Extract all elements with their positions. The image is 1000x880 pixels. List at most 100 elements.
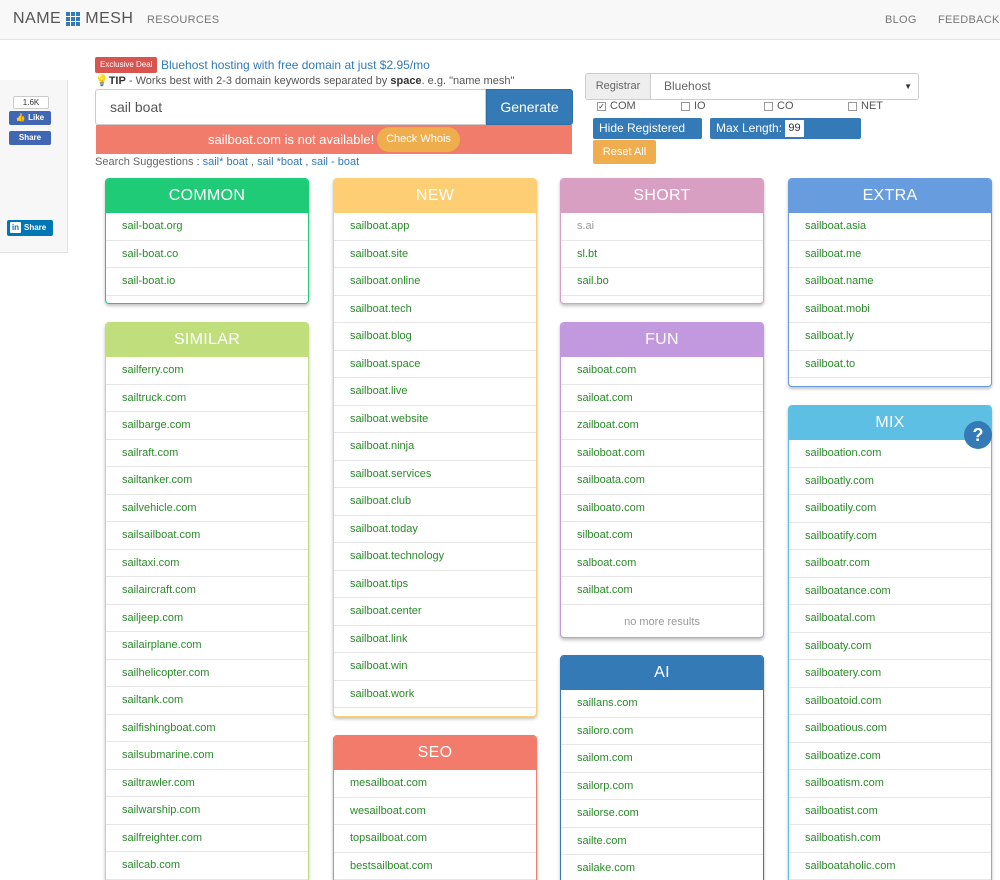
domain-item[interactable]: sailboatish.com [789, 825, 991, 853]
linkedin-share-button[interactable]: in Share [7, 220, 53, 236]
checkbox-icon[interactable] [848, 101, 857, 111]
domain-item[interactable]: sailboat.me [789, 241, 991, 268]
suggestion-link[interactable]: sail *boat [257, 156, 302, 168]
brand-logo[interactable]: NAME MESH [13, 10, 133, 28]
domain-item[interactable]: sailtrawler.com [106, 770, 308, 797]
domain-item[interactable]: sailboat.mobi [789, 296, 991, 323]
checkbox-checked-icon[interactable]: ✓ [597, 101, 606, 111]
domain-item[interactable]: sailbat.com [561, 577, 763, 605]
domain-item[interactable]: sailboat.to [789, 351, 991, 378]
domain-item[interactable]: sailboation.com [789, 440, 991, 468]
domain-item[interactable]: mesailboat.com [334, 770, 536, 798]
registrar-select[interactable]: Bluehost ▼ [650, 73, 919, 100]
reset-all-button[interactable]: Reset All [593, 140, 656, 164]
domain-item[interactable]: sl.bt [561, 241, 763, 268]
facebook-like-button[interactable]: 👍 Like [9, 111, 51, 125]
domain-item[interactable]: sailboat.blog [334, 323, 536, 351]
domain-item[interactable]: sailboat.app [334, 213, 536, 241]
domain-item[interactable]: sailboatify.com [789, 523, 991, 550]
checkbox-icon[interactable] [764, 101, 773, 111]
domain-item[interactable]: sailtruck.com [106, 385, 308, 412]
domain-item[interactable]: silboat.com [561, 522, 763, 550]
domain-item[interactable]: sailvehicle.com [106, 495, 308, 522]
domain-item[interactable]: sailorse.com [561, 800, 763, 828]
domain-item[interactable]: sailboat.work [334, 681, 536, 708]
domain-item[interactable]: sailboatly.com [789, 468, 991, 495]
tld-co[interactable]: CO [764, 100, 794, 112]
domain-item[interactable]: sailtanker.com [106, 467, 308, 495]
domain-item[interactable]: sailboat.space [334, 351, 536, 378]
domain-item[interactable]: sailfishingboat.com [106, 715, 308, 742]
domain-item[interactable]: sailboata.com [561, 467, 763, 495]
domain-item[interactable]: sailboat.club [334, 488, 536, 516]
domain-item[interactable]: s.ai [561, 213, 763, 241]
domain-item[interactable]: sail-boat.io [106, 268, 308, 296]
domain-item[interactable]: sailake.com [561, 855, 763, 880]
tld-io[interactable]: IO [681, 100, 706, 112]
suggestion-link[interactable]: sail* boat [203, 156, 248, 168]
domain-item[interactable]: sailorp.com [561, 773, 763, 800]
domain-item[interactable]: sailfreighter.com [106, 825, 308, 852]
domain-item[interactable]: sailboat.live [334, 378, 536, 406]
domain-item[interactable]: sailhelicopter.com [106, 660, 308, 687]
domain-item[interactable]: saillans.com [561, 690, 763, 718]
domain-item[interactable]: wesailboat.com [334, 798, 536, 825]
domain-item[interactable]: sailboat.win [334, 653, 536, 681]
domain-item[interactable]: sailboaty.com [789, 633, 991, 660]
domain-item[interactable]: bestsailboat.com [334, 853, 536, 880]
domain-item[interactable]: sailboat.today [334, 516, 536, 543]
search-input[interactable] [95, 89, 486, 125]
domain-item[interactable]: sailoat.com [561, 385, 763, 412]
domain-item[interactable]: sailwarship.com [106, 797, 308, 825]
domain-item[interactable]: sailboat.ly [789, 323, 991, 351]
domain-item[interactable]: sailoro.com [561, 718, 763, 745]
domain-item[interactable]: sailboat.link [334, 626, 536, 653]
domain-item[interactable]: sailcab.com [106, 852, 308, 880]
max-length-input[interactable]: 99 [785, 120, 805, 137]
domain-item[interactable]: sailoboat.com [561, 440, 763, 467]
domain-item[interactable]: sail-boat.co [106, 241, 308, 268]
domain-item[interactable]: sailbarge.com [106, 412, 308, 440]
domain-item[interactable]: sailboataholic.com [789, 853, 991, 880]
domain-item[interactable]: sailboat.center [334, 598, 536, 626]
deal-link[interactable]: Bluehost hosting with free domain at jus… [161, 58, 430, 72]
tld-net[interactable]: NET [848, 100, 883, 112]
domain-item[interactable]: sailboat.online [334, 268, 536, 296]
suggestion-link[interactable]: sail - boat [312, 156, 360, 168]
generate-button[interactable]: Generate [486, 89, 573, 125]
domain-item[interactable]: sailaircraft.com [106, 577, 308, 605]
domain-item[interactable]: saiboat.com [561, 357, 763, 385]
tld-com[interactable]: ✓ COM [597, 100, 636, 112]
check-whois-button[interactable]: Check Whois [377, 127, 460, 152]
domain-item[interactable]: sailtank.com [106, 687, 308, 715]
domain-item[interactable]: sailboatist.com [789, 798, 991, 825]
hide-registered-toggle[interactable]: Hide Registered✓ [593, 118, 702, 155]
domain-item[interactable]: sailtaxi.com [106, 550, 308, 577]
domain-item[interactable]: sailboat.services [334, 461, 536, 488]
domain-item[interactable]: sailboatious.com [789, 715, 991, 743]
facebook-share-button[interactable]: Share [9, 131, 51, 145]
domain-item[interactable]: sailjeep.com [106, 605, 308, 632]
domain-item[interactable]: sail.bo [561, 268, 763, 296]
domain-item[interactable]: salboat.com [561, 550, 763, 577]
domain-item[interactable]: sailboato.com [561, 495, 763, 522]
domain-item[interactable]: sailboat.technology [334, 543, 536, 571]
domain-item[interactable]: sailboatily.com [789, 495, 991, 523]
domain-item[interactable]: sailraft.com [106, 440, 308, 467]
domain-item[interactable]: topsailboat.com [334, 825, 536, 853]
domain-item[interactable]: sailairplane.com [106, 632, 308, 660]
domain-item[interactable]: sailboat.website [334, 406, 536, 433]
nav-resources[interactable]: RESOURCES [147, 14, 219, 26]
domain-item[interactable]: sailte.com [561, 828, 763, 855]
domain-item[interactable]: sailsubmarine.com [106, 742, 308, 770]
domain-item[interactable]: sailboatance.com [789, 578, 991, 605]
domain-item[interactable]: sailboatery.com [789, 660, 991, 688]
checkbox-icon[interactable] [681, 101, 690, 111]
help-icon[interactable]: ? [964, 421, 992, 449]
domain-item[interactable]: sailboat.name [789, 268, 991, 296]
domain-item[interactable]: sailboat.ninja [334, 433, 536, 461]
domain-item[interactable]: sailboat.site [334, 241, 536, 268]
domain-item[interactable]: sailom.com [561, 745, 763, 773]
nav-feedback[interactable]: FEEDBACK [938, 14, 1000, 26]
domain-item[interactable]: sailboat.tips [334, 571, 536, 598]
